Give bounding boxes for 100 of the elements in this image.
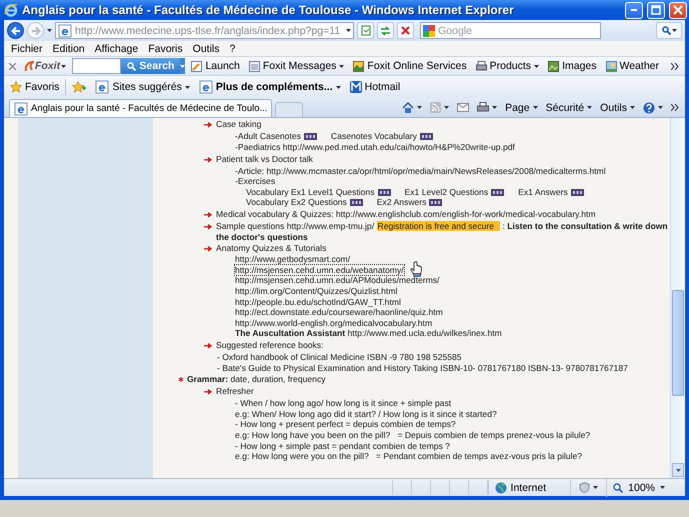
favorites-bar-item[interactable]: Hotmail	[346, 78, 404, 96]
exercise-title: Vocabulary Ex2 Questions	[246, 197, 347, 208]
stop-icon	[401, 26, 410, 36]
foxit-logo-button[interactable]: Foxit	[21, 57, 70, 76]
text-line: -Article: http://www.mcmaster.ca/opr/html/opr/media/main/NewsReleases/2008/medicalterms.html	[235, 166, 606, 176]
link[interactable]: http://ect.downstate.edu/courseware/haonline/quiz.htm	[235, 307, 443, 318]
section-heading: Grammar: date, duration, frequency	[187, 374, 326, 384]
command-menu-button[interactable]: Outils	[597, 98, 638, 117]
menu-item[interactable]: Affichage	[92, 42, 140, 56]
link[interactable]: http://people.bu.edu/schotlnd/GAW_TT.html	[235, 296, 401, 307]
minimize-icon	[631, 9, 637, 12]
notepad-icon	[248, 60, 260, 72]
search-options-button[interactable]	[180, 58, 186, 74]
sky-icon	[606, 60, 616, 72]
envelope-icon	[457, 103, 470, 112]
maximize-button[interactable]	[647, 2, 665, 19]
caret-icon	[630, 106, 635, 110]
caret-icon	[47, 29, 52, 32]
exercise-title: Ex2 Answers	[376, 197, 426, 208]
compatibility-button[interactable]	[357, 22, 374, 40]
forward-arrow-icon	[30, 26, 40, 36]
mail-logo-icon	[350, 81, 362, 94]
caret-icon	[417, 106, 422, 110]
page-icon	[198, 80, 213, 94]
menu-item[interactable]: Outils	[190, 42, 222, 56]
command-menu-button[interactable]: Page	[502, 98, 541, 117]
text-line: e.g: How long have you been on the pill? = Depuis combien de temps prenez-vous la pilule?	[235, 430, 590, 440]
command-menu-button[interactable]: Sécurité	[542, 98, 596, 117]
arrow-icon	[203, 386, 213, 398]
scroll-down-button[interactable]	[672, 463, 684, 477]
list-item: Case taking	[216, 119, 262, 130]
page-icon	[95, 80, 110, 94]
browser-tab[interactable]: Anglais pour la santé - Facultés de Médecine de Toulo...	[9, 99, 272, 118]
search-field[interactable]: Google	[420, 22, 602, 40]
search-button[interactable]	[656, 22, 682, 40]
help-icon	[643, 102, 655, 114]
caret-icon	[492, 106, 498, 110]
caret-icon	[658, 106, 663, 110]
favorites-button[interactable]: Favoris	[7, 78, 62, 96]
text-line: - How long + simple past = pendant combien de temps ?	[235, 440, 450, 451]
close-button[interactable]	[669, 2, 687, 19]
printer-icon	[476, 60, 487, 72]
globe-icon	[494, 482, 507, 494]
list-item: Patient talk vs Doctor talk	[216, 154, 313, 164]
browser-logo-icon	[4, 3, 18, 18]
minimize-button[interactable]	[625, 2, 643, 19]
window-title: Anglais pour la santé - Facultés de Médecine de Toulouse - Windows Internet Explorer	[22, 3, 515, 18]
text-line: Casenotes Vocabulary	[330, 131, 417, 142]
toolbar-button[interactable]: Foxit Online Services	[350, 57, 470, 76]
magnifier-icon	[613, 482, 624, 492]
toolbar-button[interactable]: Foxit Messages	[246, 57, 348, 76]
star-plus-icon	[72, 81, 86, 94]
caret-icon	[346, 29, 352, 32]
link[interactable]: The Auscultation Assistant http://www.med.ucla.edu/wilkes/inex.htm	[235, 328, 502, 338]
toolbar-button[interactable]: Weather	[602, 57, 662, 76]
hand-cursor-icon	[410, 261, 422, 278]
menu-item[interactable]: Fichier	[9, 42, 45, 56]
page-icon	[360, 25, 371, 36]
menu-item[interactable]: ?	[228, 42, 238, 56]
page-icon	[14, 102, 28, 116]
book-reference: - Oxford handbook of Clinical Medicine ISBN -9 780 198 525585	[217, 352, 462, 362]
refresh-button[interactable]	[377, 22, 394, 40]
link[interactable]: http://msjensen.cehd.umn.edu/webanatomy/	[235, 264, 404, 275]
search-field[interactable]: Google	[438, 24, 598, 37]
stop-button[interactable]	[397, 22, 414, 40]
toolbar-button[interactable]: Images	[545, 57, 600, 76]
arrow-icon	[203, 209, 213, 220]
zoom-button[interactable]: 100%	[606, 478, 671, 496]
link[interactable]: http://www.getbodysmart.com/	[235, 254, 350, 264]
close-icon	[673, 5, 683, 16]
list-item: Medical vocabulary & Quizzes: http://www.englishclub.com/english-for-work/medical-vocabulary.htm	[216, 209, 596, 220]
favorites-bar-item[interactable]: Sites suggérés	[92, 78, 193, 96]
arrow-icon	[203, 119, 213, 130]
search-icon	[662, 26, 670, 36]
link[interactable]: http://lim.org/Content/Quizzes/Quizlist.html	[235, 286, 398, 296]
text-line: -Exercises	[235, 176, 276, 186]
link[interactable]: http://msjensen.cehd.umn.edu/APModules/medterms/	[235, 275, 440, 286]
arrow-icon	[203, 243, 213, 254]
search-icon	[127, 62, 136, 71]
caret-icon	[593, 486, 598, 489]
scrollbar[interactable]	[670, 118, 685, 478]
list-item: Refresher	[216, 386, 254, 396]
pencil-icon	[191, 60, 202, 72]
favorites-bar-item[interactable]: Plus de compléments...	[196, 78, 344, 96]
toolbar-button[interactable]: Launch	[188, 57, 243, 76]
link[interactable]: http://www.world-english.org/medicalvocabulary.htm	[235, 318, 432, 328]
scrollbar-thumb[interactable]	[672, 290, 684, 396]
text-line: -Paediatrics http://www.ped.med.utah.edu/cai/howto/H&P%20write-up.pdf	[235, 142, 515, 152]
feed-icon	[430, 102, 442, 114]
toolbar-button[interactable]: Products	[472, 57, 542, 76]
exercise-title: Ex1 Answers	[518, 186, 568, 198]
list-item: Suggested reference books:	[216, 340, 324, 350]
menu-item[interactable]: Favoris	[146, 42, 185, 56]
foxit-search-field[interactable]	[72, 58, 122, 74]
exercise-title: Ex1 Level2 Questions	[404, 186, 488, 198]
caret-icon	[672, 29, 676, 32]
chevron-icon	[671, 104, 679, 112]
caret-icon	[180, 64, 186, 68]
menu-item[interactable]: Edition	[50, 42, 87, 56]
back-button[interactable]	[7, 22, 24, 40]
